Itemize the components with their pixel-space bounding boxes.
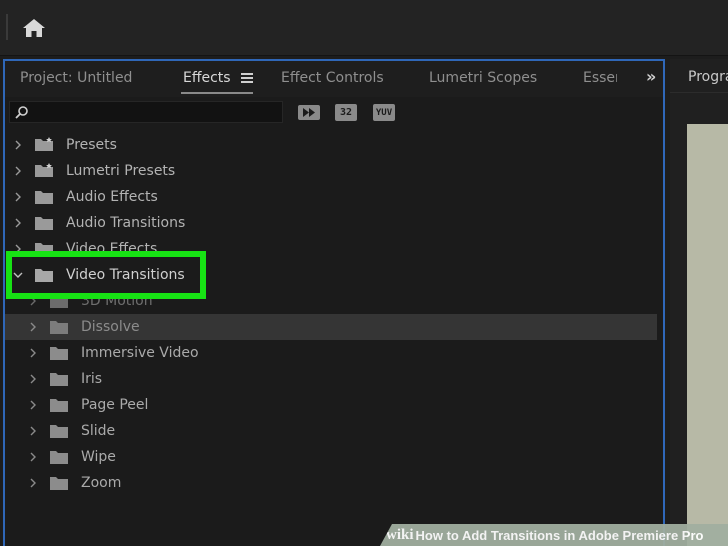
more-tabs-icon[interactable]: » <box>646 67 656 86</box>
folder-icon <box>50 347 68 360</box>
tree-item-dissolve[interactable]: Dissolve <box>5 314 657 340</box>
tree-item-zoom[interactable]: Zoom <box>5 470 657 496</box>
tab-effect-controls[interactable]: Effect Controls <box>281 70 384 86</box>
tree-item-iris[interactable]: Iris <box>5 366 657 392</box>
tree-item-presets[interactable]: Presets <box>5 132 657 158</box>
chevron-right-icon[interactable] <box>13 166 23 176</box>
panel-menu-icon[interactable] <box>241 73 253 84</box>
folder-icon <box>50 399 68 412</box>
yuv-filter-icon[interactable]: YUV <box>373 104 395 121</box>
chevron-right-icon[interactable] <box>28 348 38 358</box>
tree-item-label: Iris <box>81 371 103 387</box>
chevron-right-icon[interactable] <box>28 452 38 462</box>
tree-item-label: Immersive Video <box>81 345 199 361</box>
program-monitor-view <box>687 124 728 546</box>
tab-project[interactable]: Project: Untitled <box>20 70 132 86</box>
watermark-wiki: wiki <box>386 526 414 543</box>
tree-item-label: Wipe <box>81 449 116 465</box>
folder-icon <box>50 321 68 334</box>
chevron-right-icon[interactable] <box>13 140 23 150</box>
tab-divider <box>670 92 728 93</box>
tab-lumetri-scopes[interactable]: Lumetri Scopes <box>429 70 537 86</box>
tree-item-audio-transitions[interactable]: Audio Transitions <box>5 210 657 236</box>
header-divider <box>6 14 8 40</box>
chevron-right-icon[interactable] <box>28 400 38 410</box>
folder-icon <box>35 217 53 230</box>
chevron-right-icon[interactable] <box>28 426 38 436</box>
folder-icon <box>50 451 68 464</box>
app-header <box>0 0 728 56</box>
tree-item-label: Zoom <box>81 475 122 491</box>
program-monitor-panel: Progra <box>670 59 728 546</box>
chevron-right-icon[interactable] <box>13 192 23 202</box>
tree-item-audio-effects[interactable]: Audio Effects <box>5 184 657 210</box>
tree-item-wipe[interactable]: Wipe <box>5 444 657 470</box>
tab-effects[interactable]: Effects <box>183 70 231 86</box>
effects-panel: Project: Untitled Effects Effect Control… <box>3 59 665 546</box>
chevron-right-icon[interactable] <box>28 374 38 384</box>
folder-icon <box>35 191 53 204</box>
tree-item-label: Audio Transitions <box>66 215 186 231</box>
highlight-box <box>6 251 206 299</box>
tab-program[interactable]: Progra <box>688 69 728 85</box>
folder-icon <box>50 373 68 386</box>
chevron-right-icon[interactable] <box>28 478 38 488</box>
preset-folder-icon <box>35 163 53 177</box>
panel-tabs: Project: Untitled Effects Effect Control… <box>5 61 663 97</box>
tree-item-lumetri-presets[interactable]: Lumetri Presets <box>5 158 657 184</box>
home-icon[interactable] <box>18 14 50 42</box>
chevron-right-icon[interactable] <box>28 322 38 332</box>
tree-item-immersive-video[interactable]: Immersive Video <box>5 340 657 366</box>
search-input[interactable] <box>9 101 283 123</box>
tree-item-label: Page Peel <box>81 397 149 413</box>
watermark-text: How to Add Transitions in Adobe Premiere… <box>415 527 704 543</box>
search-row: 32 YUV <box>5 99 663 129</box>
watermark: wiki How to Add Transitions in Adobe Pre… <box>380 524 728 546</box>
active-tab-underline <box>181 92 253 94</box>
folder-icon <box>50 425 68 438</box>
chevron-right-icon[interactable] <box>13 218 23 228</box>
tree-item-label: Presets <box>66 137 117 153</box>
tree-item-label: Lumetri Presets <box>66 163 176 179</box>
folder-icon <box>50 477 68 490</box>
tree-item-label: Dissolve <box>81 319 140 335</box>
tree-item-label: Slide <box>81 423 116 439</box>
accelerated-effects-icon[interactable] <box>298 104 320 121</box>
tree-item-slide[interactable]: Slide <box>5 418 657 444</box>
header-separator <box>0 55 728 56</box>
preset-folder-icon <box>35 137 53 151</box>
tab-essential[interactable]: Esser <box>583 70 617 86</box>
search-icon <box>15 106 28 119</box>
tree-item-label: Audio Effects <box>66 189 158 205</box>
32-bit-filter-icon[interactable]: 32 <box>335 104 357 121</box>
tree-item-page-peel[interactable]: Page Peel <box>5 392 657 418</box>
